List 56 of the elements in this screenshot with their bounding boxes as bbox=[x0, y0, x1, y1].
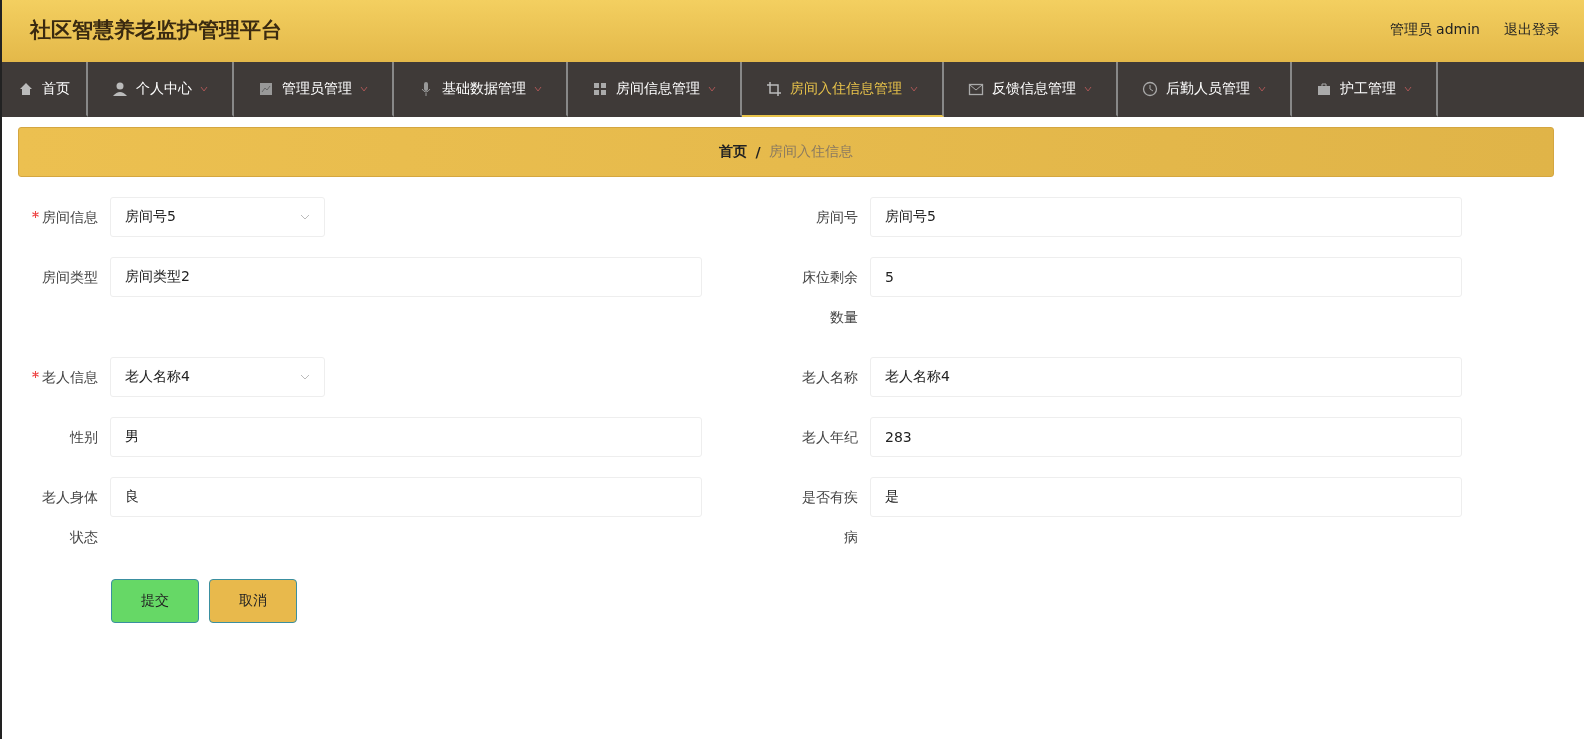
field-label: 老人名称 bbox=[801, 368, 858, 387]
caret-icon bbox=[200, 84, 208, 93]
nav-tab[interactable]: 后勤人员管理 bbox=[1118, 62, 1292, 117]
chevron-down-icon bbox=[300, 214, 310, 220]
nav-tab[interactable]: 房间入住信息管理 bbox=[742, 62, 944, 117]
caret-icon bbox=[1258, 84, 1266, 93]
caret-icon bbox=[1404, 84, 1412, 93]
breadcrumb-item[interactable]: 首页 bbox=[719, 143, 748, 161]
logout-link[interactable]: 退出登录 bbox=[1504, 21, 1560, 39]
input-field[interactable]: 男 bbox=[110, 417, 702, 457]
input-field[interactable]: 老人名称4 bbox=[870, 357, 1462, 397]
asterisk-icon bbox=[32, 211, 39, 218]
bag-icon bbox=[1316, 80, 1332, 97]
input-field[interactable]: 是 bbox=[870, 477, 1462, 517]
caret-icon bbox=[1084, 84, 1092, 93]
field-label: 老人身体状态 bbox=[41, 488, 98, 547]
crop-icon bbox=[766, 80, 782, 97]
nav-tab[interactable]: 基础数据管理 bbox=[394, 62, 568, 117]
field-label: 房间号 bbox=[815, 208, 858, 227]
clock-icon bbox=[1142, 80, 1158, 97]
field-label: 老人年纪 bbox=[801, 428, 858, 447]
field-label: 是否有疾病 bbox=[801, 488, 858, 547]
chevron-down-icon bbox=[300, 374, 310, 380]
select-field[interactable]: 老人名称4 bbox=[110, 357, 325, 397]
app-title: 社区智慧养老监护管理平台 bbox=[30, 17, 282, 44]
input-field[interactable]: 房间号5 bbox=[870, 197, 1462, 237]
caret-icon bbox=[708, 84, 716, 93]
field-label: 床位剩余数量 bbox=[801, 268, 858, 327]
grid-icon bbox=[592, 80, 608, 97]
submit-button[interactable]: 提交 bbox=[111, 579, 199, 623]
input-field[interactable]: 良 bbox=[110, 477, 702, 517]
nav-tab[interactable]: 反馈信息管理 bbox=[944, 62, 1118, 117]
caret-icon bbox=[910, 84, 918, 93]
cancel-button[interactable]: 取消 bbox=[209, 579, 297, 623]
input-field[interactable]: 5 bbox=[870, 257, 1462, 297]
nav-tab[interactable]: 个人中心 bbox=[88, 62, 234, 117]
field-label: 性别 bbox=[68, 428, 98, 447]
nav-tab[interactable]: 首页 bbox=[2, 62, 88, 117]
chart-icon bbox=[258, 80, 274, 97]
field-label: 房间类型 bbox=[41, 268, 98, 287]
person-icon bbox=[112, 80, 128, 97]
select-field[interactable]: 房间号5 bbox=[110, 197, 325, 237]
asterisk-icon bbox=[32, 371, 39, 378]
breadcrumb-separator: / bbox=[755, 144, 761, 160]
nav-tab[interactable]: 护工管理 bbox=[1292, 62, 1438, 117]
caret-icon bbox=[360, 84, 368, 93]
caret-icon bbox=[534, 84, 542, 93]
input-field[interactable]: 房间类型2 bbox=[110, 257, 702, 297]
nav-tab[interactable]: 房间信息管理 bbox=[568, 62, 742, 117]
user-name: 管理员 admin bbox=[1389, 21, 1480, 39]
nav-tab[interactable]: 管理员管理 bbox=[234, 62, 394, 117]
field-label: 房间信息 bbox=[30, 197, 98, 237]
field-label: 老人信息 bbox=[30, 357, 98, 397]
home-icon bbox=[18, 80, 34, 97]
breadcrumb-item: 房间入住信息 bbox=[768, 143, 853, 161]
input-field[interactable]: 283 bbox=[870, 417, 1462, 457]
